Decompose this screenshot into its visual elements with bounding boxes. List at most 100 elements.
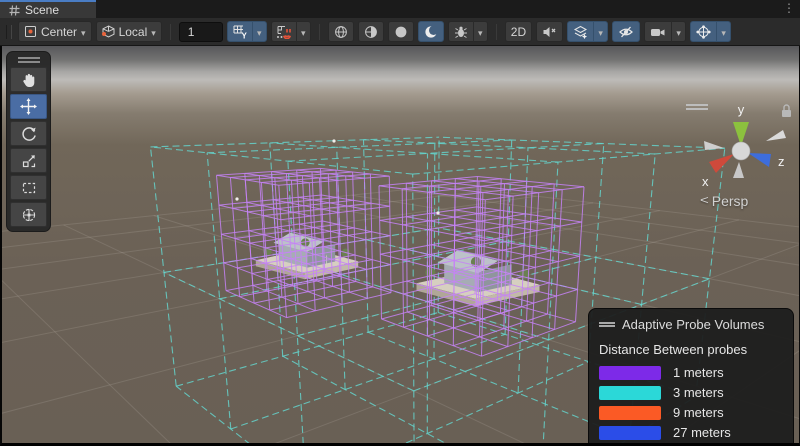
legend-item-label: 3 meters xyxy=(673,385,724,400)
chevron-down-icon xyxy=(151,25,156,39)
wire-sphere-icon xyxy=(334,25,348,39)
legend-swatch xyxy=(599,406,661,420)
legend-item-label: 1 meters xyxy=(673,365,724,380)
gizmo-hub xyxy=(732,142,750,160)
scene-visibility-button[interactable] xyxy=(612,21,640,42)
audio-muted-icon xyxy=(542,25,557,39)
legend-item-label: 27 meters xyxy=(673,425,731,440)
grid-tab-icon xyxy=(9,5,20,16)
legend-swatch xyxy=(599,366,661,380)
grid-y-icon: Y xyxy=(233,25,247,39)
debug-bug-button[interactable] xyxy=(448,21,473,42)
transform-icon xyxy=(21,207,37,223)
legend-item: 27 meters xyxy=(599,425,783,440)
orientation-dropdown[interactable]: Local xyxy=(96,21,162,42)
tab-scene[interactable]: Scene xyxy=(0,0,96,18)
tab-overflow-menu-icon[interactable] xyxy=(783,1,794,15)
2d-label: 2D xyxy=(511,25,526,39)
gizmos-button[interactable] xyxy=(690,21,716,42)
effects-dropdown[interactable] xyxy=(593,21,608,42)
audio-mute-button[interactable] xyxy=(536,21,563,42)
legend-rows: 1 meters 3 meters 9 meters 27 meters xyxy=(599,365,783,440)
tab-bar: Scene xyxy=(0,0,800,18)
pivot-mode-label: Center xyxy=(41,25,77,39)
rect-tool-button[interactable] xyxy=(10,175,47,200)
axis-neg-y-cone xyxy=(733,162,744,178)
legend-item: 9 meters xyxy=(599,405,783,420)
effects-button[interactable] xyxy=(567,21,593,42)
chevron-down-icon xyxy=(478,25,483,39)
tab-scene-label: Scene xyxy=(25,3,59,17)
axis-z-cone xyxy=(748,153,771,167)
projection-toggle[interactable]: Persp xyxy=(700,192,748,209)
lock-icon xyxy=(782,105,791,117)
debug-bug-dropdown[interactable] xyxy=(473,21,488,42)
scene-toolbar: Center Local Y xyxy=(0,18,800,46)
axis-x-label: x xyxy=(702,174,709,189)
move-tool-button[interactable] xyxy=(10,94,47,119)
solid-sphere-button[interactable] xyxy=(388,21,414,42)
toolbar-separator xyxy=(319,24,320,40)
solid-circle-icon xyxy=(394,25,408,39)
rotate-tool-button[interactable] xyxy=(10,121,47,146)
chevron-down-icon xyxy=(676,25,681,39)
legend-swatch xyxy=(599,426,661,440)
snap-settings-button[interactable] xyxy=(271,21,296,42)
pivot-icon xyxy=(24,25,37,38)
wire-sphere-button[interactable] xyxy=(328,21,354,42)
chevron-down-icon xyxy=(301,25,306,39)
grid-increment-field[interactable] xyxy=(179,22,223,42)
hand-icon xyxy=(21,72,37,88)
grid-visibility-button[interactable]: Y xyxy=(227,21,252,42)
scale-icon xyxy=(21,153,37,169)
hand-tool-button[interactable] xyxy=(10,67,47,92)
rotate-icon xyxy=(21,126,37,142)
orientation-label: Local xyxy=(119,25,148,39)
axis-y-label: y xyxy=(738,102,745,117)
orientation-gizmo[interactable]: y x z Persp xyxy=(670,96,798,216)
legend-subtitle: Distance Between probes xyxy=(599,342,783,357)
effects-layers-icon xyxy=(573,25,588,39)
toolbar-drag-handle[interactable] xyxy=(6,25,12,39)
scene-viewport[interactable]: y x z Persp xyxy=(0,46,800,446)
legend-item-label: 9 meters xyxy=(673,405,724,420)
camera-settings-dropdown[interactable] xyxy=(671,21,686,42)
moon-icon xyxy=(424,25,438,39)
axis-x-cone xyxy=(709,154,734,173)
half-sphere-button[interactable] xyxy=(358,21,384,42)
chevron-down-icon xyxy=(81,25,86,39)
gizmo-drag-handle[interactable] xyxy=(686,104,708,110)
legend-drag-handle[interactable] xyxy=(599,322,615,327)
snap-settings-dropdown[interactable] xyxy=(296,21,311,42)
svg-text:Y: Y xyxy=(241,31,247,39)
camera-settings-button[interactable] xyxy=(644,21,671,42)
toolbar-separator xyxy=(496,24,497,40)
half-sphere-icon xyxy=(364,25,378,39)
axis-neg-x-cone xyxy=(766,130,786,141)
axis-neg-z-cone xyxy=(704,141,724,150)
grid-visibility-dropdown[interactable] xyxy=(252,21,267,42)
legend-item: 3 meters xyxy=(599,385,783,400)
scale-tool-button[interactable] xyxy=(10,148,47,173)
pivot-mode-dropdown[interactable]: Center xyxy=(18,21,92,42)
tools-drag-handle[interactable] xyxy=(18,57,40,63)
bug-icon xyxy=(454,25,468,39)
axis-gizmo-icon[interactable]: y x z xyxy=(670,96,798,196)
transform-tool-button[interactable] xyxy=(10,202,47,227)
eye-slash-icon xyxy=(618,25,634,39)
camera-icon xyxy=(650,25,666,39)
move-icon xyxy=(20,98,37,115)
chevron-down-icon xyxy=(598,25,603,39)
tools-overlay xyxy=(6,51,51,232)
legend-title: Adaptive Probe Volumes xyxy=(622,317,764,332)
moon-button[interactable] xyxy=(418,21,444,42)
axis-z-label: z xyxy=(778,154,785,169)
projection-label: Persp xyxy=(712,193,749,209)
2d-view-button[interactable]: 2D xyxy=(505,21,532,42)
gizmos-dropdown[interactable] xyxy=(716,21,731,42)
toolbar-separator xyxy=(170,24,171,40)
cube-icon xyxy=(102,25,115,38)
chevron-left-icon xyxy=(700,192,709,209)
gizmos-sphere-icon xyxy=(696,25,711,39)
unity-scene-window: Scene Center Local xyxy=(0,0,800,446)
